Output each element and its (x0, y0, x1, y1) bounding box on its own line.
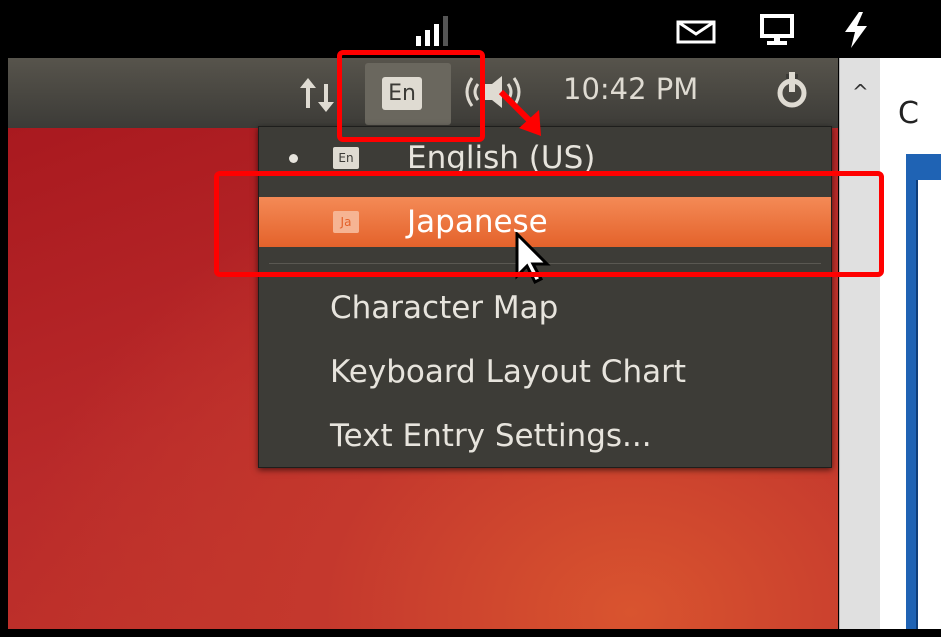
annotation-arrow-icon (498, 89, 541, 136)
mail-icon[interactable] (676, 20, 716, 44)
window-content (916, 180, 941, 629)
annotation-box-japanese (214, 171, 884, 277)
menu-item-label: Character Map (330, 290, 559, 326)
screenshot-frame: En 10:42 PM ^ C En English (US) Ja Japan… (0, 0, 941, 637)
window-partial-title: C (898, 96, 919, 131)
network-icon[interactable] (298, 78, 338, 112)
menu-item-keyboard-layout-chart[interactable]: Keyboard Layout Chart (259, 347, 831, 397)
en-badge-icon: En (333, 147, 359, 169)
signal-icon (416, 16, 448, 46)
background-window: C (880, 58, 941, 629)
radio-selected-icon (289, 154, 298, 163)
annotation-box-indicator (337, 50, 485, 142)
menu-item-character-map[interactable]: Character Map (259, 283, 831, 333)
power-icon[interactable] (771, 70, 813, 112)
menu-item-label: Keyboard Layout Chart (330, 354, 687, 390)
clock[interactable]: 10:42 PM (563, 72, 698, 106)
lightning-icon[interactable] (843, 12, 869, 48)
display-icon[interactable] (760, 14, 794, 48)
window-blue-frame (906, 154, 941, 629)
menu-item-text-entry-settings[interactable]: Text Entry Settings... (259, 411, 831, 461)
menu-item-label: Text Entry Settings... (330, 418, 652, 454)
scroll-up-icon[interactable]: ^ (852, 80, 869, 104)
scrollbar[interactable]: ^ (839, 58, 881, 629)
